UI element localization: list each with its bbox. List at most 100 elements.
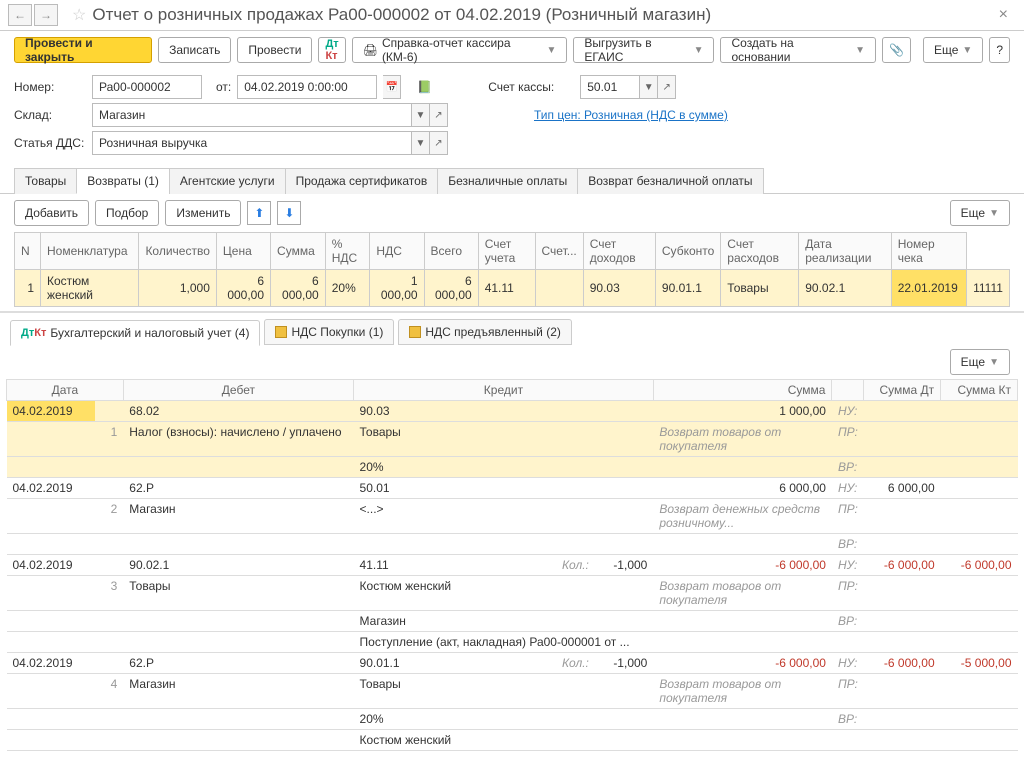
- row-down-button[interactable]: ⬇: [277, 201, 301, 225]
- km6-report-button[interactable]: 🖨 Справка-отчет кассира (КМ-6) ▼: [352, 37, 568, 63]
- posting-row[interactable]: 04.02.201990.02.141.11Кол.:-1,000-6 000,…: [7, 555, 1018, 576]
- reg-more-button[interactable]: Еще▼: [950, 349, 1010, 375]
- reg-col-sum-kt[interactable]: Сумма Кт: [941, 380, 1018, 401]
- price-type-link[interactable]: Тип цен: Розничная (НДС в сумме): [534, 108, 728, 122]
- doc-status-icon: 📗: [417, 80, 432, 94]
- warehouse-label: Склад:: [14, 108, 86, 122]
- number-label: Номер:: [14, 80, 86, 94]
- tab-cashless[interactable]: Безналичные оплаты: [437, 168, 578, 194]
- tab-returns[interactable]: Возвраты (1): [76, 168, 170, 194]
- tab-certificates[interactable]: Продажа сертификатов: [285, 168, 439, 194]
- nav-back-button[interactable]: ←: [8, 4, 32, 26]
- help-button[interactable]: ?: [989, 37, 1010, 63]
- posting-sub-row: Поступление (акт, накладная) Ра00-000001…: [7, 632, 1018, 653]
- col-check[interactable]: Номер чека: [891, 233, 966, 270]
- open-ref-icon[interactable]: ↗: [430, 131, 448, 155]
- col-vat-rate[interactable]: % НДС: [325, 233, 370, 270]
- col-nomenclature[interactable]: Номенклатура: [41, 233, 139, 270]
- chevron-down-icon: ▼: [962, 45, 972, 56]
- col-price[interactable]: Цена: [216, 233, 270, 270]
- form-area: Номер: Ра00-000002 от: 04.02.2019 0:00:0…: [0, 69, 1024, 167]
- page-title: Отчет о розничных продажах Ра00-000002 о…: [92, 5, 990, 25]
- chevron-down-icon[interactable]: ▼: [412, 131, 430, 155]
- number-input[interactable]: Ра00-000002: [92, 75, 202, 99]
- dtkt-button[interactable]: ДтКт: [318, 37, 345, 63]
- col-sum[interactable]: Сумма: [271, 233, 326, 270]
- tab-goods[interactable]: Товары: [14, 168, 77, 194]
- col-n[interactable]: N: [15, 233, 41, 270]
- date-input[interactable]: 04.02.2019 0:00:00: [237, 75, 377, 99]
- nav-fwd-button[interactable]: →: [34, 4, 58, 26]
- col-total[interactable]: Всего: [424, 233, 478, 270]
- register-tabs: ДтКт Бухгалтерский и налоговый учет (4) …: [0, 313, 1024, 345]
- titlebar: ← → ☆ Отчет о розничных продажах Ра00-00…: [0, 0, 1024, 31]
- reg-col-credit[interactable]: Кредит: [354, 380, 654, 401]
- tab-agent[interactable]: Агентские услуги: [169, 168, 286, 194]
- post-and-close-button[interactable]: Провести и закрыть: [14, 37, 152, 63]
- reg-col-sum[interactable]: Сумма: [653, 380, 832, 401]
- posting-sub-row: 3ТоварыКостюм женскийВозврат товаров от …: [7, 576, 1018, 611]
- posting-row[interactable]: 04.02.201962.Р50.016 000,00НУ:6 000,00: [7, 478, 1018, 499]
- chevron-down-icon[interactable]: ▼: [412, 103, 430, 127]
- posting-sub-row: МагазинВР:: [7, 611, 1018, 632]
- returns-toolbar: Добавить Подбор Изменить ⬆ ⬇ Еще▼: [0, 194, 1024, 232]
- posting-sub-row: Костюм женский: [7, 730, 1018, 751]
- row-up-button[interactable]: ⬆: [247, 201, 271, 225]
- col-qty[interactable]: Количество: [139, 233, 216, 270]
- register-icon: [409, 326, 421, 338]
- reg-tab-accounting[interactable]: ДтКт Бухгалтерский и налоговый учет (4): [10, 320, 260, 346]
- dds-input[interactable]: Розничная выручка: [92, 131, 412, 155]
- dds-label: Статья ДДС:: [14, 136, 86, 150]
- reg-col-debit[interactable]: Дебет: [123, 380, 353, 401]
- doc-tabs: Товары Возвраты (1) Агентские услуги Про…: [0, 167, 1024, 194]
- tab-cashless-return[interactable]: Возврат безналичной оплаты: [577, 168, 763, 194]
- col-account2[interactable]: Счет...: [535, 233, 583, 270]
- posting-row[interactable]: 04.02.201968.0290.031 000,00НУ:: [7, 401, 1018, 422]
- more-button[interactable]: Еще ▼: [923, 37, 983, 63]
- edit-button[interactable]: Изменить: [165, 200, 241, 226]
- add-row-button[interactable]: Добавить: [14, 200, 89, 226]
- calendar-icon[interactable]: 📅: [383, 75, 401, 99]
- table-row[interactable]: 1 Костюм женский 1,000 6 000,00 6 000,00…: [15, 270, 1010, 307]
- posting-sub-row: 20%ВР:: [7, 709, 1018, 730]
- from-label: от:: [216, 80, 231, 94]
- close-icon[interactable]: ×: [991, 6, 1016, 24]
- reg-col-sum-dt[interactable]: Сумма Дт: [864, 380, 941, 401]
- col-expense[interactable]: Счет расходов: [721, 233, 799, 270]
- post-button[interactable]: Провести: [237, 37, 312, 63]
- register-icon: [275, 326, 287, 338]
- posting-row[interactable]: 04.02.201962.Р90.01.1Кол.:-1,000-6 000,0…: [7, 653, 1018, 674]
- pick-button[interactable]: Подбор: [95, 200, 159, 226]
- chevron-down-icon: ▼: [546, 45, 556, 56]
- posting-sub-row: 20%ВР:: [7, 457, 1018, 478]
- reg-tab-vat-presented[interactable]: НДС предъявленный (2): [398, 319, 571, 345]
- main-toolbar: Провести и закрыть Записать Провести ДтК…: [0, 31, 1024, 69]
- sub-more-button[interactable]: Еще▼: [950, 200, 1010, 226]
- reg-tab-vat-buy[interactable]: НДС Покупки (1): [264, 319, 394, 345]
- open-ref-icon[interactable]: ↗: [658, 75, 676, 99]
- col-subconto[interactable]: Субконто: [655, 233, 720, 270]
- create-based-on-button[interactable]: Создать на основании ▼: [720, 37, 876, 63]
- upload-egais-button[interactable]: Выгрузить в ЕГАИС ▼: [573, 37, 714, 63]
- chevron-down-icon: ▼: [855, 45, 865, 56]
- cash-account-input[interactable]: 50.01: [580, 75, 640, 99]
- warehouse-input[interactable]: Магазин: [92, 103, 412, 127]
- save-button[interactable]: Записать: [158, 37, 231, 63]
- open-ref-icon[interactable]: ↗: [430, 103, 448, 127]
- chevron-down-icon: ▼: [694, 45, 704, 56]
- chevron-down-icon[interactable]: ▼: [640, 75, 658, 99]
- posting-sub-row: 1Налог (взносы): начислено / уплаченоТов…: [7, 422, 1018, 457]
- col-account[interactable]: Счет учета: [478, 233, 535, 270]
- col-income[interactable]: Счет доходов: [583, 233, 655, 270]
- attach-button[interactable]: 📎: [882, 37, 911, 63]
- posting-table: Дата Дебет Кредит Сумма Сумма Дт Сумма К…: [6, 379, 1018, 751]
- print-icon: 🖨: [363, 43, 378, 57]
- cash-account-label: Счет кассы:: [488, 80, 554, 94]
- reg-col-date[interactable]: Дата: [7, 380, 124, 401]
- favorite-icon[interactable]: ☆: [72, 5, 86, 25]
- posting-sub-row: 2Магазин<...>Возврат денежных средств ро…: [7, 499, 1018, 534]
- posting-sub-row: ВР:: [7, 534, 1018, 555]
- col-real-date[interactable]: Дата реализации: [799, 233, 891, 270]
- returns-grid: N Номенклатура Количество Цена Сумма % Н…: [14, 232, 1010, 307]
- col-vat[interactable]: НДС: [370, 233, 424, 270]
